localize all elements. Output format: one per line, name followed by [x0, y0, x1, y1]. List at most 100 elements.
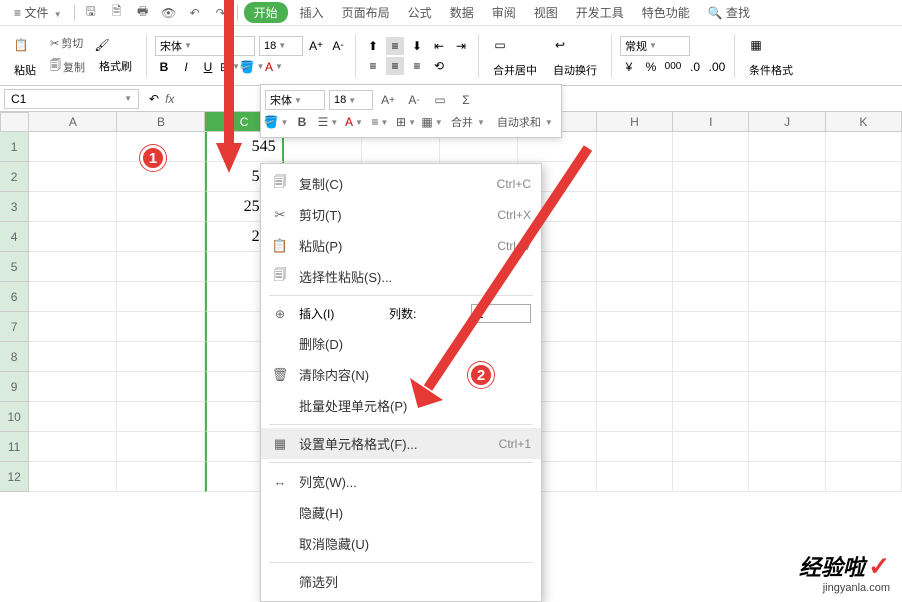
comma-icon[interactable]: 000: [664, 58, 682, 76]
cm-paste-special[interactable]: 🗐选择性粘贴(S)...: [261, 261, 541, 292]
mini-align-icon[interactable]: ≡▼: [369, 111, 391, 133]
cm-hide[interactable]: 隐藏(H): [261, 497, 541, 528]
dec-font-icon[interactable]: A-: [329, 37, 347, 55]
row-header-3[interactable]: 3: [0, 192, 29, 222]
cell-A4[interactable]: [29, 222, 117, 252]
cm-cut[interactable]: ✂剪切(T)Ctrl+X: [261, 199, 541, 230]
cm-batch[interactable]: 批量处理单元格(P): [261, 390, 541, 421]
cell-B8[interactable]: [117, 342, 205, 372]
row-header-5[interactable]: 5: [0, 252, 29, 282]
row-header-9[interactable]: 9: [0, 372, 29, 402]
name-box[interactable]: C1 ▼: [4, 89, 139, 109]
cell-H8[interactable]: [597, 342, 673, 372]
cell-A10[interactable]: [29, 402, 117, 432]
cell-H2[interactable]: [597, 162, 673, 192]
italic-button[interactable]: I: [177, 58, 195, 76]
col-header-J[interactable]: J: [749, 112, 825, 132]
font-size-select[interactable]: 18▼: [259, 36, 303, 56]
cell-I11[interactable]: [673, 432, 749, 462]
cell-H3[interactable]: [597, 192, 673, 222]
cell-B11[interactable]: [117, 432, 205, 462]
align-left-icon[interactable]: ≡: [364, 57, 382, 75]
cell-I12[interactable]: [673, 462, 749, 492]
cell-A8[interactable]: [29, 342, 117, 372]
border-button[interactable]: ⊞▼: [221, 58, 239, 76]
cm-copy[interactable]: 🗐复制(C)Ctrl+C: [261, 168, 541, 199]
row-header-1[interactable]: 1: [0, 132, 29, 162]
tab-special[interactable]: 特色功能: [636, 2, 696, 23]
fx-icon[interactable]: fx: [165, 92, 174, 106]
search-button[interactable]: 🔍 查找: [702, 2, 756, 23]
currency-icon[interactable]: ¥: [620, 58, 638, 76]
cell-J8[interactable]: [749, 342, 825, 372]
row-header-10[interactable]: 10: [0, 402, 29, 432]
cell-I10[interactable]: [673, 402, 749, 432]
tab-review[interactable]: 审阅: [486, 2, 522, 23]
row-header-6[interactable]: 6: [0, 282, 29, 312]
file-menu[interactable]: ≡ 文件 ▼: [8, 2, 68, 23]
cell-I1[interactable]: [673, 132, 749, 162]
merge-center-button[interactable]: 合并居中: [487, 60, 543, 80]
underline-button[interactable]: U: [199, 58, 217, 76]
cell-H4[interactable]: [597, 222, 673, 252]
col-header-H[interactable]: H: [597, 112, 673, 132]
cell-I2[interactable]: [673, 162, 749, 192]
tab-formula[interactable]: 公式: [402, 2, 438, 23]
cell-K7[interactable]: [826, 312, 902, 342]
cm-clear[interactable]: 🗑清除内容(N): [261, 359, 541, 390]
cell-K12[interactable]: [826, 462, 902, 492]
cell-J10[interactable]: [749, 402, 825, 432]
mini-dec-font-icon[interactable]: A-: [403, 89, 425, 111]
undo-icon[interactable]: ↶: [185, 3, 205, 23]
align-bot-icon[interactable]: ⬇: [408, 37, 426, 55]
row-header-2[interactable]: 2: [0, 162, 29, 192]
cell-H10[interactable]: [597, 402, 673, 432]
row-header-7[interactable]: 7: [0, 312, 29, 342]
cell-I4[interactable]: [673, 222, 749, 252]
cell-K3[interactable]: [826, 192, 902, 222]
cell-I9[interactable]: [673, 372, 749, 402]
cell-J12[interactable]: [749, 462, 825, 492]
cell-K8[interactable]: [826, 342, 902, 372]
cell-A5[interactable]: [29, 252, 117, 282]
cell-K2[interactable]: [826, 162, 902, 192]
cm-format-cells[interactable]: ▦设置单元格格式(F)...Ctrl+1: [261, 428, 541, 459]
cell-A3[interactable]: [29, 192, 117, 222]
cell-K10[interactable]: [826, 402, 902, 432]
align-center-icon[interactable]: ≡: [386, 57, 404, 75]
copy-button[interactable]: 🗐 复制: [46, 55, 89, 78]
indent-dec-icon[interactable]: ⇤: [430, 37, 448, 55]
cell-J6[interactable]: [749, 282, 825, 312]
cell-J9[interactable]: [749, 372, 825, 402]
col-header-K[interactable]: K: [826, 112, 902, 132]
cell-J11[interactable]: [749, 432, 825, 462]
col-header-B[interactable]: B: [117, 112, 205, 132]
cell-A1[interactable]: [29, 132, 117, 162]
mini-color-a-icon[interactable]: A▼: [343, 111, 365, 133]
cond-format-icon[interactable]: ▦: [743, 32, 769, 58]
merge-icon[interactable]: ▭: [487, 32, 513, 58]
cm-cols-input[interactable]: [471, 304, 531, 323]
preview-icon[interactable]: 👁: [159, 3, 179, 23]
cell-K5[interactable]: [826, 252, 902, 282]
cell-A9[interactable]: [29, 372, 117, 402]
cm-col-width[interactable]: ↔列宽(W)...: [261, 466, 541, 497]
orient-icon[interactable]: ⟲: [430, 57, 448, 75]
cell-H11[interactable]: [597, 432, 673, 462]
number-format-select[interactable]: 常规▼: [620, 36, 690, 56]
mini-border-icon[interactable]: ⊞▼: [395, 111, 417, 133]
cm-filter[interactable]: 筛选列: [261, 566, 541, 597]
mini-fill-icon[interactable]: 🪣▼: [265, 111, 287, 133]
cell-B9[interactable]: [117, 372, 205, 402]
paste-button[interactable]: 粘贴: [8, 60, 42, 80]
format-painter-button[interactable]: 格式刷: [93, 56, 138, 76]
bold-button[interactable]: B: [155, 58, 173, 76]
row-header-11[interactable]: 11: [0, 432, 29, 462]
cell-H5[interactable]: [597, 252, 673, 282]
cell-I7[interactable]: [673, 312, 749, 342]
dec-dec-icon[interactable]: .00: [708, 58, 726, 76]
cell-I5[interactable]: [673, 252, 749, 282]
indent-inc-icon[interactable]: ⇥: [452, 37, 470, 55]
cell-B6[interactable]: [117, 282, 205, 312]
cell-I3[interactable]: [673, 192, 749, 222]
